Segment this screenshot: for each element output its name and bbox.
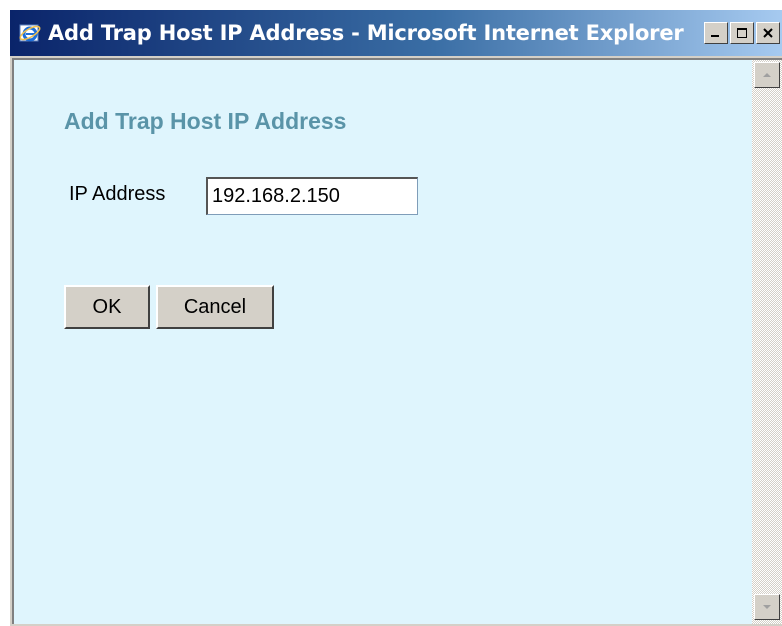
ip-address-input[interactable] — [206, 177, 418, 215]
close-icon — [763, 28, 773, 38]
maximize-icon — [737, 28, 747, 38]
page-content: Add Trap Host IP Address IP Address OK C… — [12, 58, 782, 624]
ok-button[interactable]: OK — [64, 285, 150, 329]
chevron-up-icon — [763, 73, 771, 77]
vertical-scrollbar[interactable] — [752, 60, 782, 624]
scroll-up-button[interactable] — [754, 62, 780, 88]
title-bar[interactable]: Add Trap Host IP Address - Microsoft Int… — [10, 10, 782, 56]
minimize-icon — [711, 35, 719, 37]
window-title: Add Trap Host IP Address - Microsoft Int… — [48, 21, 684, 45]
maximize-button[interactable] — [730, 22, 754, 44]
ip-address-label: IP Address — [69, 183, 166, 205]
cancel-button[interactable]: Cancel — [156, 285, 274, 329]
close-button[interactable] — [756, 22, 780, 44]
minimize-button[interactable] — [704, 22, 728, 44]
page-title: Add Trap Host IP Address — [64, 108, 347, 134]
chevron-down-icon — [763, 605, 771, 609]
internet-explorer-icon — [16, 19, 44, 47]
browser-window: Add Trap Host IP Address - Microsoft Int… — [8, 8, 782, 626]
scroll-down-button[interactable] — [754, 594, 780, 620]
